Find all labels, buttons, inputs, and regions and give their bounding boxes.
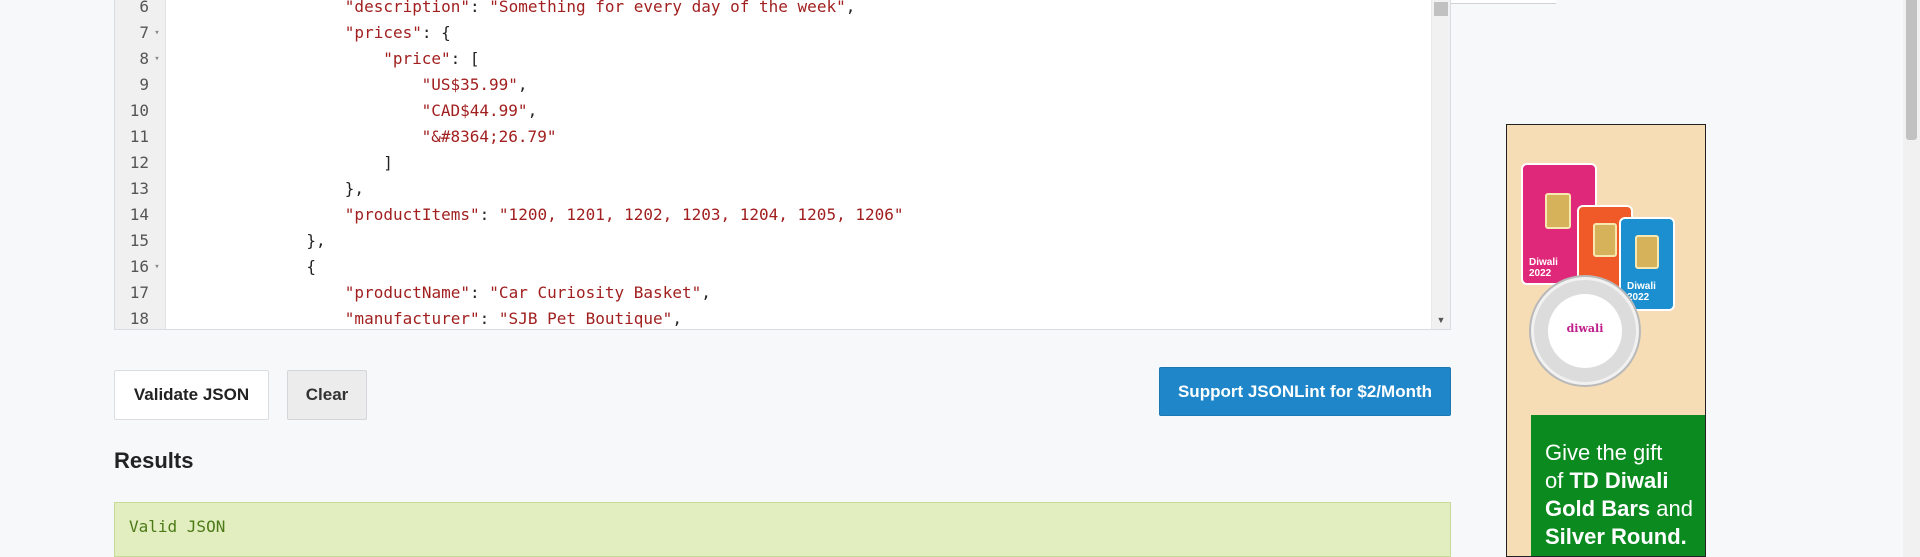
code-text: "productItems": "1200, 1201, 1202, 1203,…	[345, 202, 904, 228]
json-key: "productName"	[344, 283, 471, 302]
line-number: 18	[129, 309, 149, 328]
results-message: Valid JSON	[129, 517, 226, 536]
json-punctuation: ,	[845, 0, 856, 16]
code-text: ]	[383, 150, 393, 176]
page-scrollbar[interactable]	[1903, 0, 1920, 557]
line-number: 11	[129, 127, 149, 146]
ad-tagline-line: Silver Round.	[1545, 524, 1687, 549]
json-key: "productItems"	[344, 205, 480, 224]
json-string: "CAD$44.99"	[421, 101, 528, 120]
json-punctuation: ,	[527, 101, 538, 120]
json-string: "Car Curiosity Basket"	[489, 283, 702, 302]
code-line[interactable]: 8 ▾ "price": [	[115, 46, 1395, 72]
code-text: "description": "Something for every day …	[345, 0, 856, 20]
json-punctuation: :	[479, 309, 499, 328]
ad-tagline: Give the gift of TD Diwali Gold Bars and…	[1531, 415, 1705, 556]
line-number: 10	[129, 101, 149, 120]
json-string: "US$35.99"	[421, 75, 518, 94]
json-string: "SJB Pet Boutique"	[498, 309, 673, 328]
line-number: 9	[139, 75, 149, 94]
fold-arrow-icon[interactable]: ▾	[152, 46, 162, 72]
json-punctuation: {	[306, 257, 317, 276]
code-line[interactable]: 10 "CAD$44.99",	[115, 98, 1395, 124]
json-punctuation: },	[306, 231, 326, 250]
code-text: {	[306, 254, 316, 280]
ad-tagline-line: Give the gift	[1545, 440, 1663, 465]
json-editor[interactable]: 6 "description": "Something for every day…	[114, 0, 1451, 330]
json-punctuation: : {	[421, 23, 451, 42]
support-jsonlint-button[interactable]: Support JSONLint for $2/Month	[1159, 367, 1451, 416]
json-string: "&#8364;26.79"	[421, 127, 557, 146]
code-line[interactable]: 12]	[115, 150, 1395, 176]
code-text: "US$35.99",	[422, 72, 528, 98]
json-punctuation: :	[479, 205, 499, 224]
code-line[interactable]: 7 ▾ "prices": {	[115, 20, 1395, 46]
line-number: 16	[129, 257, 149, 276]
line-number: 7	[139, 23, 149, 42]
editor-scrollbar[interactable]: ▼	[1431, 0, 1450, 329]
ad-tagline-line: Gold Bars and	[1545, 496, 1693, 521]
json-punctuation: },	[344, 179, 365, 198]
code-line[interactable]: 14 "productItems": "1200, 1201, 1202, 120…	[115, 202, 1395, 228]
line-number: 17	[129, 283, 149, 302]
json-key: "prices"	[344, 23, 422, 42]
line-number: 8	[139, 49, 149, 68]
code-line[interactable]: 6 "description": "Something for every day…	[115, 0, 1395, 20]
json-punctuation: : [	[450, 49, 480, 68]
json-punctuation: ,	[701, 283, 711, 302]
line-number: 14	[129, 205, 149, 224]
code-line[interactable]: 13},	[115, 176, 1395, 202]
coin-text: diwali	[1566, 322, 1604, 335]
json-punctuation: :	[470, 0, 490, 16]
json-punctuation: ]	[383, 153, 393, 172]
json-punctuation: ,	[672, 309, 682, 328]
ad-tagline-line: of TD Diwali	[1545, 468, 1669, 493]
json-string: "Something for every day of the week"	[489, 0, 846, 16]
validate-json-button[interactable]: Validate JSON	[114, 370, 269, 420]
code-text: "&#8364;26.79"	[422, 124, 557, 150]
line-number: 12	[129, 153, 149, 172]
code-line[interactable]: 11 "&#8364;26.79"	[115, 124, 1395, 150]
silver-coin-image: diwali	[1531, 277, 1639, 385]
code-line[interactable]: 9 "US$35.99",	[115, 72, 1395, 98]
page-scroll-thumb[interactable]	[1906, 0, 1917, 140]
code-text: "CAD$44.99",	[422, 98, 538, 124]
ad-card-label: Diwali 2022	[1529, 257, 1558, 279]
code-text: "productName": "Car Curiosity Basket",	[345, 280, 711, 306]
code-text: "price": [	[383, 46, 479, 72]
results-panel: Valid JSON	[114, 502, 1451, 557]
code-line[interactable]: 18 "manufacturer": "SJB Pet Boutique",	[115, 306, 1395, 329]
code-text: "manufacturer": "SJB Pet Boutique",	[344, 306, 682, 329]
line-number: 6	[139, 0, 149, 16]
code-line[interactable]: 16 ▾ {	[115, 254, 1395, 280]
code-line[interactable]: 17 "productName": "Car Curiosity Basket",	[115, 280, 1395, 306]
ad-card-label: Diwali 2022	[1627, 281, 1656, 303]
code-text: "prices": {	[345, 20, 451, 46]
code-text: },	[306, 228, 325, 254]
line-number: 13	[129, 179, 149, 198]
code-text: },	[345, 176, 364, 202]
editor-scroll-thumb[interactable]	[1434, 2, 1448, 16]
scroll-down-arrow-icon[interactable]: ▼	[1432, 315, 1450, 325]
clear-button[interactable]: Clear	[287, 370, 367, 420]
json-key: "description"	[344, 0, 471, 16]
json-string: "1200, 1201, 1202, 1203, 1204, 1205, 120…	[498, 205, 904, 224]
json-key: "manufacturer"	[344, 309, 480, 328]
fold-arrow-icon[interactable]: ▾	[152, 20, 162, 46]
line-number: 15	[129, 231, 149, 250]
results-heading: Results	[114, 448, 194, 473]
json-punctuation: :	[470, 283, 490, 302]
fold-arrow-icon[interactable]: ▾	[152, 254, 162, 280]
code-line[interactable]: 15},	[115, 228, 1395, 254]
advertisement[interactable]: Diwali 2022 Diwali 2022 diwali Give the …	[1506, 124, 1706, 557]
json-key: "price"	[383, 49, 451, 68]
json-punctuation: ,	[517, 75, 528, 94]
